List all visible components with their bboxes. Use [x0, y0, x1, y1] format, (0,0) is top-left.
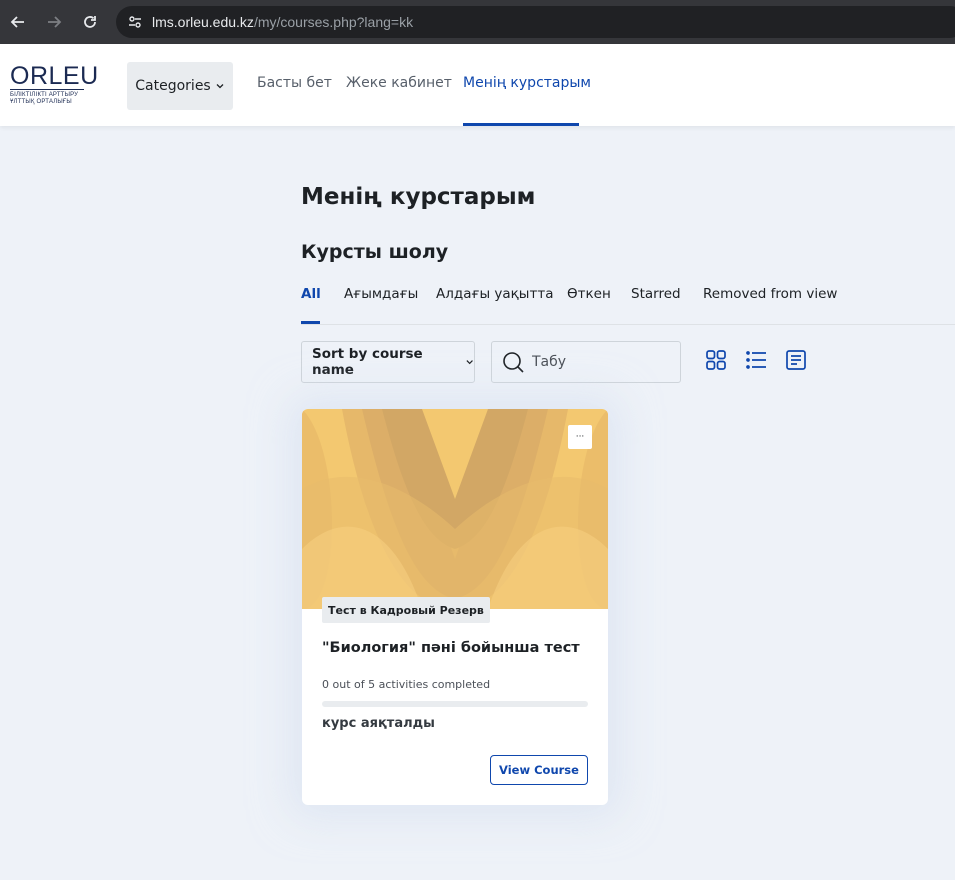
course-progress-text: 0 out of 5 activities completed [322, 678, 491, 691]
course-image[interactable] [302, 409, 608, 609]
url-host: lms.orleu.edu.kz [152, 14, 254, 30]
course-category-badge: Тест в Кадровый Резерв [322, 597, 490, 623]
course-title[interactable]: "Биология" пәні бойынша тест [322, 640, 580, 656]
chevron-down-icon [466, 360, 473, 365]
more-options-icon: ··· [575, 432, 585, 442]
logo-divider [10, 89, 84, 90]
sort-label: Sort by course name [312, 346, 423, 378]
search-icon [503, 352, 524, 373]
categories-menu-button[interactable]: Categories [127, 62, 233, 110]
address-bar[interactable]: lms.orleu.edu.kz/my/courses.php?lang=kk [116, 6, 955, 38]
grid-view-icon[interactable] [704, 348, 728, 372]
view-course-button[interactable]: View Course [490, 755, 588, 785]
logo-subtitle-2: ҰЛТТЫҚ ОРТАЛЫҒЫ [10, 99, 72, 105]
sort-dropdown[interactable]: Sort by course name [301, 341, 475, 383]
back-icon[interactable] [0, 0, 36, 44]
list-view-icon[interactable] [744, 348, 768, 372]
search-input[interactable] [532, 354, 662, 370]
page-title: Менің курстарым [301, 184, 536, 210]
orleu-logo[interactable]: ORLEU БІЛІКТІЛІКТІ АРТТЫРУ ҰЛТТЫҚ ОРТАЛЫ… [10, 62, 99, 112]
site-info-icon[interactable] [126, 13, 144, 31]
site-header: ORLEU БІЛІКТІЛІКТІ АРТТЫРУ ҰЛТТЫҚ ОРТАЛЫ… [0, 44, 955, 126]
reload-icon[interactable] [72, 0, 108, 44]
summary-view-icon[interactable] [784, 348, 808, 372]
forward-icon[interactable] [36, 0, 72, 44]
logo-subtitle-1: БІЛІКТІЛІКТІ АРТТЫРУ [10, 92, 79, 98]
tab-past[interactable]: Өткен [567, 286, 611, 302]
nav-my-courses[interactable]: Менің курстарым [463, 75, 591, 91]
tab-all[interactable]: All [301, 286, 321, 302]
tab-in-progress[interactable]: Ағымдағы [344, 286, 418, 302]
tab-starred[interactable]: Starred [631, 286, 681, 302]
logo-brand: ORLEU [10, 62, 99, 90]
categories-label: Categories [135, 78, 211, 94]
tabs-divider [301, 324, 955, 325]
tab-removed-from-view[interactable]: Removed from view [703, 286, 837, 302]
browser-toolbar: lms.orleu.edu.kz/my/courses.php?lang=kk [0, 0, 955, 44]
course-search[interactable] [491, 341, 681, 383]
url-path: /my/courses.php?lang=kk [253, 14, 414, 30]
nav-active-indicator [463, 123, 579, 126]
course-overview-title: Курсты шолу [301, 241, 449, 263]
url-text: lms.orleu.edu.kz/my/courses.php?lang=kk [152, 14, 413, 30]
chevron-down-icon [216, 84, 224, 89]
course-actions-menu[interactable]: ··· [568, 425, 592, 449]
course-card[interactable]: ··· Тест в Кадровый Резерв "Биология" пә… [302, 409, 608, 805]
course-status: курс аяқталды [322, 716, 435, 731]
tab-future[interactable]: Алдағы уақытта [436, 286, 553, 302]
nav-home[interactable]: Басты бет [257, 75, 332, 91]
course-progress-bar [322, 701, 588, 707]
nav-dashboard[interactable]: Жеке кабинет [346, 75, 452, 91]
